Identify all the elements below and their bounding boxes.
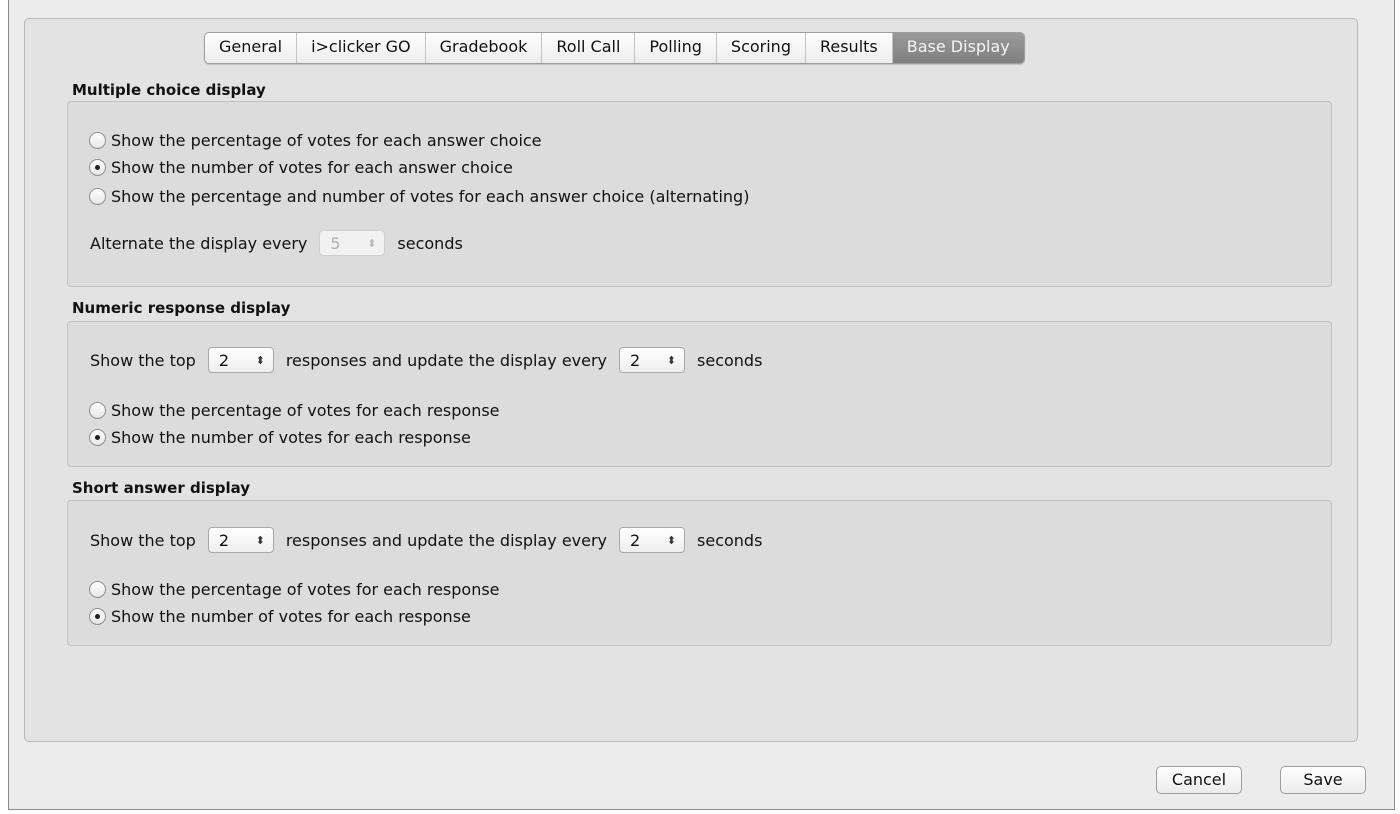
short-middle-label: responses and update the display every (285, 530, 608, 550)
radio-button[interactable] (89, 132, 106, 149)
mc-option-alternating-label: Show the percentage and number of votes … (111, 187, 750, 206)
tab-iclicker-go[interactable]: i>clicker GO (297, 33, 426, 63)
tab-gradebook[interactable]: Gradebook (426, 33, 543, 63)
cancel-button[interactable]: Cancel (1156, 766, 1242, 794)
save-button[interactable]: Save (1280, 766, 1366, 794)
mc-option-percentage[interactable]: Show the percentage of votes for each an… (89, 131, 542, 150)
tab-polling[interactable]: Polling (635, 33, 717, 63)
short-top-stepper[interactable]: 2 ⬍ (207, 527, 274, 553)
numeric-middle-label: responses and update the display every (285, 350, 608, 370)
numeric-title: Numeric response display (72, 299, 291, 317)
radio-button[interactable] (89, 188, 106, 205)
tab-base-display[interactable]: Base Display (892, 33, 1024, 63)
mc-option-percentage-label: Show the percentage of votes for each an… (111, 131, 542, 150)
numeric-top-value: 2 (218, 350, 230, 370)
tab-results[interactable]: Results (806, 33, 893, 63)
numeric-suffix-label: seconds (697, 350, 763, 370)
numeric-update-value: 2 (630, 350, 641, 370)
numeric-option-percentage[interactable]: Show the percentage of votes for each re… (89, 401, 500, 420)
numeric-option-percentage-label: Show the percentage of votes for each re… (111, 401, 500, 420)
stepper-arrows-icon: ⬍ (367, 236, 377, 250)
multiple-choice-title: Multiple choice display (72, 81, 266, 99)
short-option-percentage-label: Show the percentage of votes for each re… (111, 580, 500, 599)
numeric-top-row: Show the top 2 ⬍ responses and update th… (90, 347, 762, 373)
short-suffix-label: seconds (697, 530, 763, 550)
stepper-arrows-icon: ⬍ (666, 353, 677, 367)
short-option-number-label: Show the number of votes for each respon… (111, 607, 471, 626)
short-update-stepper[interactable]: 2 ⬍ (619, 527, 686, 553)
alternate-suffix-label: seconds (397, 233, 463, 253)
alternate-prefix-label: Alternate the display every (90, 233, 308, 253)
numeric-top-stepper[interactable]: 2 ⬍ (207, 347, 274, 373)
tab-scoring[interactable]: Scoring (717, 33, 806, 63)
tab-general[interactable]: General (205, 33, 298, 63)
numeric-option-number-label: Show the number of votes for each respon… (111, 428, 471, 447)
radio-button[interactable] (89, 402, 106, 419)
alternate-seconds-value: 5 (330, 233, 341, 253)
alternate-seconds-stepper[interactable]: 5 ⬍ (319, 230, 386, 256)
short-show-top-label: Show the top (90, 530, 196, 550)
radio-button[interactable] (89, 581, 106, 598)
stepper-arrows-icon: ⬍ (255, 353, 265, 367)
radio-button-checked[interactable] (89, 608, 106, 625)
short-top-value: 2 (218, 530, 230, 550)
mc-option-number[interactable]: Show the number of votes for each answer… (89, 158, 513, 177)
numeric-update-stepper[interactable]: 2 ⬍ (619, 347, 686, 373)
short-answer-top-row: Show the top 2 ⬍ responses and update th… (90, 527, 762, 553)
mc-option-number-label: Show the number of votes for each answer… (111, 158, 513, 177)
short-update-value: 2 (630, 530, 641, 550)
radio-button-checked[interactable] (89, 429, 106, 446)
numeric-option-number[interactable]: Show the number of votes for each respon… (89, 428, 471, 447)
tab-bar: General i>clicker GO Gradebook Roll Call… (204, 32, 1025, 64)
numeric-show-top-label: Show the top (90, 350, 196, 370)
stepper-arrows-icon: ⬍ (255, 533, 265, 547)
short-answer-title: Short answer display (72, 479, 251, 497)
tab-roll-call[interactable]: Roll Call (542, 33, 636, 63)
short-option-number[interactable]: Show the number of votes for each respon… (89, 607, 471, 626)
stepper-arrows-icon: ⬍ (666, 533, 677, 547)
mc-alternate-row: Alternate the display every 5 ⬍ seconds (90, 230, 463, 256)
radio-button-checked[interactable] (89, 159, 106, 176)
short-option-percentage[interactable]: Show the percentage of votes for each re… (89, 580, 500, 599)
mc-option-alternating[interactable]: Show the percentage and number of votes … (89, 187, 749, 206)
